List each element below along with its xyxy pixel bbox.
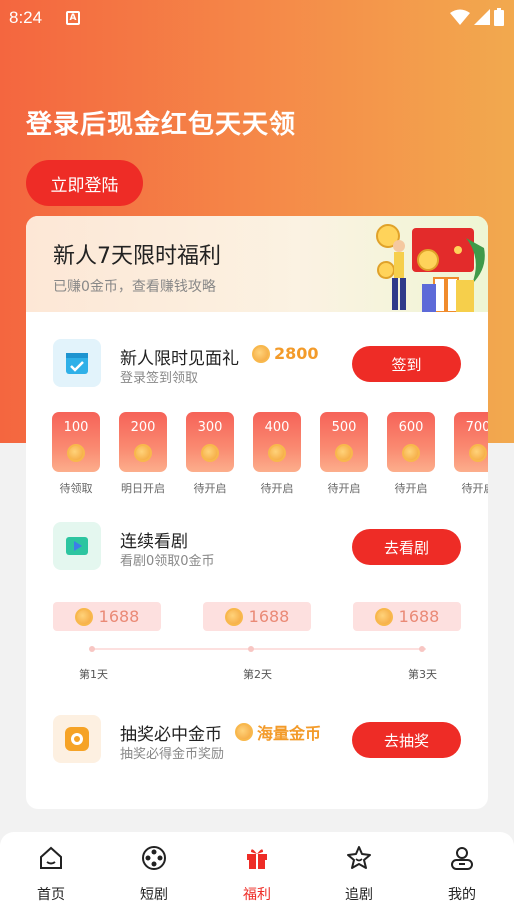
gift-illustration-icon [376, 224, 485, 312]
day-reward[interactable]: 100 待领取 [52, 412, 100, 496]
calendar-icon [53, 339, 101, 387]
status-icons [450, 8, 504, 26]
wifi-icon [450, 9, 470, 25]
day-reward[interactable]: 400 待开启 [253, 412, 301, 496]
progress-dot [89, 646, 95, 652]
coin-icon [335, 444, 353, 462]
card-header: 新人7天限时福利 已赚0金币，查看赚钱攻略 [26, 216, 488, 312]
tab-follow-drama[interactable]: 追剧 [329, 844, 389, 904]
coin-icon [67, 444, 85, 462]
lottery-subtitle: 抽奖必得金币奖励 [120, 747, 225, 762]
signal-icon [474, 9, 490, 25]
coin-icon [268, 444, 286, 462]
card-subtitle[interactable]: 已赚0金币，查看赚钱攻略 [53, 276, 216, 296]
gift-icon [247, 849, 267, 869]
checkin-subtitle: 登录签到领取 [120, 371, 199, 386]
coin-icon [224, 607, 243, 626]
coin-icon [134, 444, 152, 462]
watch-title: 连续看剧 [120, 532, 188, 552]
home-icon [40, 846, 62, 869]
coin-icon [235, 723, 253, 741]
progress-dot [248, 646, 254, 652]
lottery-button[interactable]: 去抽奖 [352, 722, 461, 758]
welfare-card: 新人7天限时福利 已赚0金币，查看赚钱攻略 新人限时见面礼 2800 登录签到领… [26, 216, 488, 809]
star-person-icon [347, 846, 371, 869]
progress-reward-2: 1688 [203, 602, 311, 631]
day-reward[interactable]: 500 待开启 [320, 412, 368, 496]
checkin-button[interactable]: 签到 [352, 346, 461, 382]
tab-short-drama[interactable]: 短剧 [124, 844, 184, 904]
lottery-reward: 海量金币 [235, 720, 321, 744]
status-time: 8:24 [9, 8, 43, 27]
tab-mine[interactable]: 我的 [432, 844, 492, 904]
progress-day-3: 第3天 [408, 668, 437, 681]
progress-day-2: 第2天 [243, 668, 272, 681]
progress-track [92, 648, 426, 650]
tab-welfare[interactable]: 福利 [227, 844, 287, 904]
film-reel-icon [142, 846, 166, 870]
coin-icon [74, 607, 93, 626]
user-icon [451, 847, 473, 870]
progress-reward-1: 1688 [53, 602, 161, 631]
day-reward[interactable]: 600 待开启 [387, 412, 435, 496]
login-button[interactable]: 立即登陆 [26, 160, 143, 206]
tab-home[interactable]: 首页 [21, 844, 81, 904]
coin-icon [469, 444, 487, 462]
day-reward[interactable]: 300 待开启 [186, 412, 234, 496]
status-indicator-icon: A [66, 11, 80, 25]
coin-icon [201, 444, 219, 462]
coin-icon [252, 344, 270, 363]
lottery-title: 抽奖必中金币 [120, 725, 222, 745]
progress-dot [419, 646, 425, 652]
day-reward[interactable]: 700待开启 [454, 412, 488, 496]
hero-title: 登录后现金红包天天领 [26, 110, 297, 140]
checkin-reward: 2800 [252, 344, 319, 363]
card-title: 新人7天限时福利 [53, 244, 221, 269]
checkin-title: 新人限时见面礼 [120, 349, 239, 369]
daily-reward-strip[interactable]: 100 待领取 200 明日开启 300 待开启 400 待开启 500 待开启 600 待… [52, 412, 488, 502]
play-video-icon [53, 522, 101, 570]
watch-button[interactable]: 去看剧 [352, 529, 461, 565]
lottery-icon [53, 715, 101, 763]
watch-subtitle: 看剧0领取0金币 [120, 554, 215, 569]
bottom-tab-bar: 首页 短剧 福利 追剧 我的 [0, 832, 514, 913]
coin-icon [402, 444, 420, 462]
day-reward[interactable]: 200 明日开启 [119, 412, 167, 496]
progress-reward-3: 1688 [353, 602, 461, 631]
status-bar: 8:24 A [0, 0, 514, 36]
coin-icon [374, 607, 393, 626]
battery-icon [494, 8, 504, 26]
progress-day-1: 第1天 [79, 668, 108, 681]
